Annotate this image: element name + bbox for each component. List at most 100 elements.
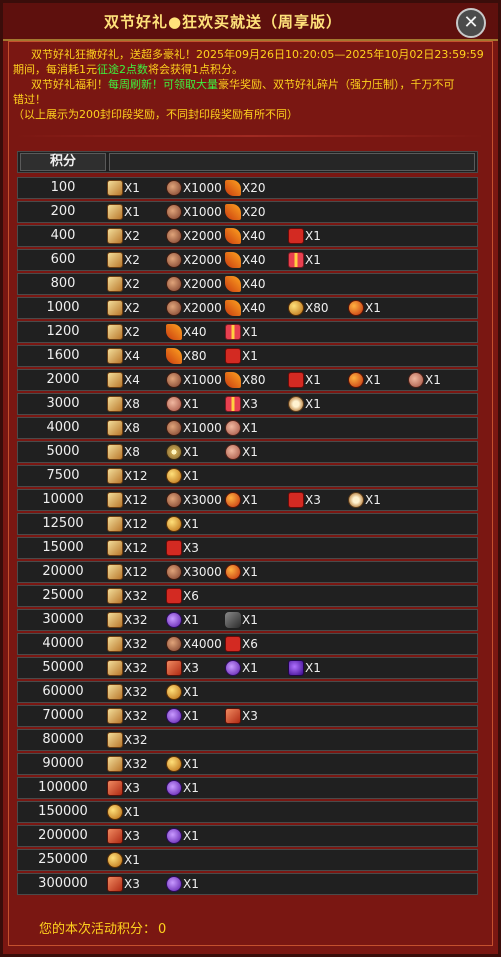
reward-item[interactable]: X32 <box>107 731 148 749</box>
close-button[interactable]: ✕ <box>456 8 486 38</box>
reward-item[interactable]: X1 <box>166 395 199 413</box>
reward-item[interactable]: X40 <box>166 323 207 341</box>
reward-item[interactable]: X32 <box>107 659 148 677</box>
table-row: 90000 X32 X1 <box>17 753 478 775</box>
reward-item[interactable]: X32 <box>107 611 148 629</box>
reward-item[interactable]: X2 <box>107 251 140 269</box>
reward-item[interactable]: X1 <box>225 611 258 629</box>
reward-item[interactable]: X1 <box>348 491 381 509</box>
reward-item[interactable]: X1 <box>107 203 140 221</box>
reward-item[interactable]: X1 <box>166 827 199 845</box>
reward-item[interactable]: X2 <box>107 275 140 293</box>
reward-item[interactable]: X3 <box>107 875 140 893</box>
reward-item[interactable]: X32 <box>107 587 148 605</box>
reward-item[interactable]: X1 <box>166 779 199 797</box>
reward-item[interactable]: X32 <box>107 635 148 653</box>
reward-item[interactable]: X1 <box>348 299 381 317</box>
reward-item[interactable]: X1 <box>348 371 381 389</box>
table-row: 200000 X3 X1 <box>17 825 478 847</box>
reward-item[interactable]: X2 <box>107 299 140 317</box>
row-score: 12500 <box>42 516 84 531</box>
header-score: 积分 <box>20 153 106 171</box>
reward-item[interactable]: X1000 <box>166 419 222 437</box>
reward-item[interactable]: X40 <box>225 227 266 245</box>
reward-item[interactable]: X6 <box>225 635 258 653</box>
reward-item[interactable]: X80 <box>288 299 329 317</box>
reward-item[interactable]: X3 <box>225 395 258 413</box>
reward-item[interactable]: X32 <box>107 755 148 773</box>
reward-item[interactable]: X12 <box>107 467 148 485</box>
reward-item[interactable]: X1 <box>288 659 321 677</box>
reward-item[interactable]: X1 <box>107 179 140 197</box>
reward-item[interactable]: X3 <box>107 779 140 797</box>
reward-item[interactable]: X1000 <box>166 371 222 389</box>
reward-item[interactable]: X8 <box>107 443 140 461</box>
reward-item[interactable]: X1 <box>225 443 258 461</box>
reward-item[interactable]: X32 <box>107 707 148 725</box>
reward-item[interactable]: X40 <box>225 251 266 269</box>
reward-item[interactable]: X4000 <box>166 635 222 653</box>
reward-item[interactable]: X8 <box>107 419 140 437</box>
reward-item[interactable]: X3000 <box>166 563 222 581</box>
reward-item[interactable]: X1 <box>166 755 199 773</box>
reward-item[interactable]: X80 <box>166 347 207 365</box>
reward-item[interactable]: X1 <box>166 515 199 533</box>
reward-item[interactable]: X4 <box>107 371 140 389</box>
reward-item[interactable]: X6 <box>166 587 199 605</box>
reward-item[interactable]: X3 <box>166 539 199 557</box>
reward-item[interactable]: X32 <box>107 683 148 701</box>
reward-item[interactable]: X2000 <box>166 227 222 245</box>
reward-item[interactable]: X2 <box>107 227 140 245</box>
reward-item[interactable]: X80 <box>225 371 266 389</box>
reward-item[interactable]: X1 <box>225 491 258 509</box>
reward-qty: X2 <box>124 325 140 339</box>
goldorb-icon <box>166 756 182 772</box>
reward-item[interactable]: X1 <box>166 467 199 485</box>
reward-item[interactable]: X1 <box>288 371 321 389</box>
reward-item[interactable]: X1 <box>225 419 258 437</box>
reward-item[interactable]: X1 <box>166 443 199 461</box>
reward-item[interactable]: X1 <box>288 251 321 269</box>
reward-item[interactable]: X12 <box>107 563 148 581</box>
reward-item[interactable]: X1 <box>288 227 321 245</box>
reward-item[interactable]: X3000 <box>166 491 222 509</box>
coin-icon <box>166 492 182 508</box>
reward-item[interactable]: X1 <box>288 395 321 413</box>
reward-item[interactable]: X1 <box>408 371 441 389</box>
reward-item[interactable]: X2000 <box>166 251 222 269</box>
reward-item[interactable]: X12 <box>107 515 148 533</box>
reward-item[interactable]: X1 <box>107 803 140 821</box>
desc-line-2: 期间，每消耗1元征途2点数将会获得1点积分。 <box>13 62 493 77</box>
reward-qty: X1 <box>305 397 321 411</box>
reward-item[interactable]: X4 <box>107 347 140 365</box>
reward-item[interactable]: X1 <box>225 323 258 341</box>
reward-item[interactable]: X2 <box>107 323 140 341</box>
reward-item[interactable]: X1 <box>225 563 258 581</box>
reward-item[interactable]: X1000 <box>166 179 222 197</box>
reward-item[interactable]: X20 <box>225 203 266 221</box>
reward-item[interactable]: X8 <box>107 395 140 413</box>
row-score: 300000 <box>38 876 88 891</box>
reward-item[interactable]: X40 <box>225 299 266 317</box>
reward-item[interactable]: X1000 <box>166 203 222 221</box>
reward-item[interactable]: X3 <box>166 659 199 677</box>
reward-item[interactable]: X2000 <box>166 275 222 293</box>
reward-item[interactable]: X20 <box>225 179 266 197</box>
reward-qty: X4 <box>124 349 140 363</box>
reward-item[interactable]: X40 <box>225 275 266 293</box>
reward-item[interactable]: X1 <box>225 659 258 677</box>
feather-icon <box>166 348 182 364</box>
reward-item[interactable]: X12 <box>107 491 148 509</box>
reward-item[interactable]: X1 <box>166 683 199 701</box>
reward-item[interactable]: X1 <box>166 875 199 893</box>
reward-item[interactable]: X1 <box>225 347 258 365</box>
reward-item[interactable]: X3 <box>288 491 321 509</box>
row-score: 1000 <box>46 300 80 315</box>
reward-item[interactable]: X1 <box>166 611 199 629</box>
reward-item[interactable]: X2000 <box>166 299 222 317</box>
reward-item[interactable]: X12 <box>107 539 148 557</box>
reward-item[interactable]: X3 <box>225 707 258 725</box>
reward-item[interactable]: X3 <box>107 827 140 845</box>
reward-item[interactable]: X1 <box>166 707 199 725</box>
reward-item[interactable]: X1 <box>107 851 140 869</box>
